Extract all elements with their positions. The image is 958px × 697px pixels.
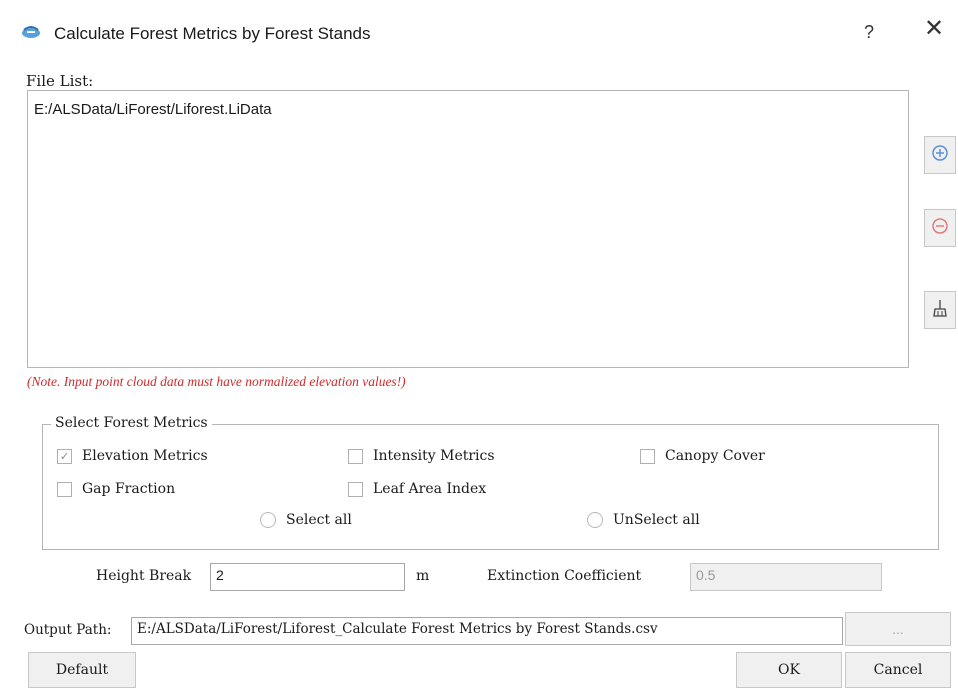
forest-metrics-group-title: Select Forest Metrics xyxy=(51,415,212,431)
leaf-area-index-checkbox[interactable]: Leaf Area Index xyxy=(348,481,486,497)
help-button[interactable]: ? xyxy=(864,22,874,43)
remove-file-button[interactable] xyxy=(924,209,956,247)
close-button[interactable]: ✕ xyxy=(924,17,944,41)
cancel-button[interactable]: Cancel xyxy=(845,652,951,688)
plus-circle-icon xyxy=(931,144,949,167)
browse-button[interactable]: ... xyxy=(845,612,951,646)
minus-circle-icon xyxy=(931,217,949,240)
app-logo-icon xyxy=(20,24,42,40)
leaf-area-index-label: Leaf Area Index xyxy=(373,481,487,497)
calculate-forest-metrics-dialog: Calculate Forest Metrics by Forest Stand… xyxy=(0,0,958,697)
gap-fraction-checkbox[interactable]: Gap Fraction xyxy=(57,481,175,497)
input-note: (Note. Input point cloud data must have … xyxy=(27,374,406,389)
ok-button[interactable]: OK xyxy=(736,652,842,688)
file-list[interactable]: E:/ALSData/LiForest/Liforest.LiData xyxy=(27,90,909,368)
elevation-metrics-label: Elevation Metrics xyxy=(82,448,208,464)
select-all-label: Select all xyxy=(286,512,352,528)
intensity-metrics-label: Intensity Metrics xyxy=(373,448,495,464)
window-title: Calculate Forest Metrics by Forest Stand… xyxy=(54,24,371,43)
default-button[interactable]: Default xyxy=(28,652,136,688)
gap-fraction-label: Gap Fraction xyxy=(82,481,176,497)
clear-list-button[interactable] xyxy=(924,291,956,329)
output-path-input[interactable]: E:/ALSData/LiForest/Liforest_Calculate F… xyxy=(131,617,843,645)
select-all-radio[interactable]: Select all xyxy=(260,512,352,528)
checkmark-icon: ✓ xyxy=(57,448,72,464)
title-bar: Calculate Forest Metrics by Forest Stand… xyxy=(0,0,958,62)
elevation-metrics-checkbox[interactable]: ✓ Elevation Metrics xyxy=(57,448,208,464)
file-list-label: File List: xyxy=(26,72,94,90)
output-path-label: Output Path: xyxy=(24,622,112,638)
file-list-item[interactable]: E:/ALSData/LiForest/Liforest.LiData xyxy=(34,101,272,118)
forest-metrics-group xyxy=(42,424,939,550)
intensity-metrics-checkbox[interactable]: Intensity Metrics xyxy=(348,448,495,464)
canopy-cover-label: Canopy Cover xyxy=(665,448,765,464)
height-break-input[interactable]: 2 xyxy=(210,563,405,591)
canopy-cover-checkbox[interactable]: Canopy Cover xyxy=(640,448,765,464)
height-break-unit: m xyxy=(416,568,430,584)
extinction-coefficient-label: Extinction Coefficient xyxy=(487,568,642,584)
unselect-all-label: UnSelect all xyxy=(613,512,700,528)
add-file-button[interactable] xyxy=(924,136,956,174)
extinction-coefficient-input[interactable]: 0.5 xyxy=(690,563,882,591)
height-break-label: Height Break xyxy=(96,568,192,584)
broom-icon xyxy=(932,299,948,322)
unselect-all-radio[interactable]: UnSelect all xyxy=(587,512,700,528)
